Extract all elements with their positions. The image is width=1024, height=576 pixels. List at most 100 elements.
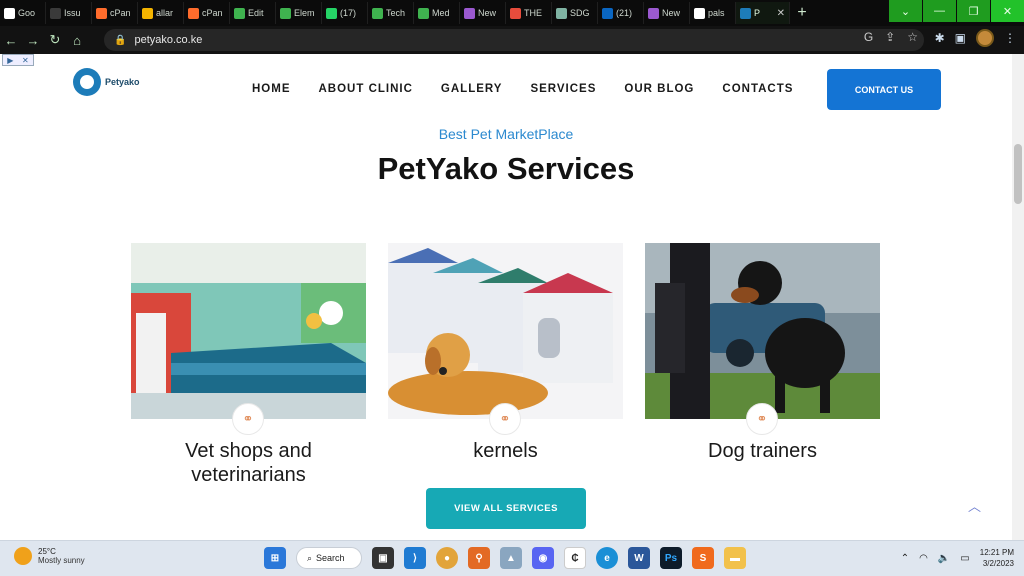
browser-tab[interactable]: cPan (92, 2, 138, 24)
tab-label: allar (156, 8, 174, 18)
browser-tab[interactable]: pals (690, 2, 736, 24)
nav-about-clinic[interactable]: ABOUT CLINIC (319, 83, 413, 95)
browser-tab[interactable]: New (644, 2, 690, 24)
battery-icon[interactable]: ▭ (960, 553, 969, 564)
tab-label: Edit (248, 8, 264, 18)
tab-list: Goo Issu cPan allar cPan Edit Elem (17) Tech Med N… (0, 0, 790, 26)
profile-avatar[interactable] (976, 29, 994, 47)
web-page: ▶ ✕ Petyako HOME ABOUT CLINIC GALLERY SER… (0, 54, 1012, 540)
brand-name: Petyako (105, 77, 140, 87)
browser-tab[interactable]: (21) (598, 2, 644, 24)
omnibox-actions: G ⇪ ☆ (864, 30, 918, 44)
sublime-icon[interactable]: S (692, 547, 714, 569)
main-nav: HOME ABOUT CLINIC GALLERY SERVICES OUR B… (252, 83, 793, 95)
clock[interactable]: 12:21 PM 3/2/2023 (980, 547, 1014, 569)
favicon-icon (234, 7, 245, 19)
photoshop-icon[interactable]: Ps (660, 547, 682, 569)
weather-text: Mostly sunny (38, 556, 85, 565)
google-icon[interactable]: G (864, 30, 873, 44)
contact-us-button[interactable]: CONTACT US (827, 69, 941, 110)
browser-tab[interactable]: Tech (368, 2, 414, 24)
service-title[interactable]: Dog trainers (645, 439, 880, 463)
site-logo[interactable]: Petyako (73, 68, 140, 96)
nav-gallery[interactable]: GALLERY (441, 83, 503, 95)
favicon-icon (740, 7, 751, 19)
minimize-icon[interactable]: — (922, 0, 956, 22)
browser-tab[interactable]: Elem (276, 2, 322, 24)
back-icon[interactable]: ← (0, 33, 22, 48)
vscode-icon[interactable]: ⟩ (404, 547, 426, 569)
close-icon[interactable]: ✕ (990, 0, 1024, 22)
browser-tab[interactable]: Issu (46, 2, 92, 24)
volume-icon[interactable]: 🔈 (938, 553, 950, 564)
browser-tab[interactable]: Goo (0, 2, 46, 24)
link-icon[interactable]: ⚭ (232, 403, 264, 435)
tab-label: Med (432, 8, 450, 18)
favicon-icon (4, 7, 15, 19)
chrome-icon[interactable]: ● (436, 547, 458, 569)
restore-icon[interactable]: ❐ (956, 0, 990, 22)
section-heading: PetYako Services (377, 151, 635, 186)
nav-contacts[interactable]: CONTACTS (722, 83, 793, 95)
tab-close-icon[interactable]: ✕ (777, 8, 785, 19)
reload-icon[interactable]: ↻ (44, 32, 66, 48)
browser-tab[interactable]: Edit (230, 2, 276, 24)
home-icon[interactable]: ⌂ (66, 33, 88, 48)
browser-tab[interactable]: THE (506, 2, 552, 24)
sidepanel-icon[interactable]: ▣ (955, 31, 966, 45)
link-icon[interactable]: ⚭ (746, 403, 778, 435)
forward-icon[interactable]: → (22, 33, 44, 48)
service-title[interactable]: kernels (388, 439, 623, 463)
browser-tab[interactable]: allar (138, 2, 184, 24)
app-icon[interactable]: ₵ (564, 547, 586, 569)
browser-tab[interactable]: New (460, 2, 506, 24)
tab-label: (17) (340, 8, 357, 18)
browser-tab[interactable]: Med (414, 2, 460, 24)
new-tab-icon[interactable]: + (790, 4, 814, 22)
nav-home[interactable]: HOME (252, 83, 291, 95)
chevron-up-icon[interactable]: ︿ (968, 496, 981, 515)
kernels-image[interactable] (388, 243, 623, 419)
service-card-kernels[interactable]: ⚭ kernels (388, 243, 623, 463)
browser-tab[interactable]: cPan (184, 2, 230, 24)
chevron-down-icon[interactable]: ⌄ (888, 0, 922, 22)
tab-label: New (478, 8, 497, 18)
favicon-icon (188, 7, 199, 19)
menu-icon[interactable]: ⋮ (1004, 31, 1016, 45)
dog-trainer-image[interactable] (645, 243, 880, 419)
windows-start-icon[interactable]: ⊞ (264, 547, 286, 569)
photos-icon[interactable]: ▲ (500, 547, 522, 569)
wifi-icon[interactable]: ◠ (919, 553, 928, 564)
nav-services[interactable]: SERVICES (530, 83, 596, 95)
extensions-icon[interactable]: ✱ (935, 31, 945, 45)
view-all-services-button[interactable]: VIEW ALL SERVICES (426, 488, 586, 529)
word-icon[interactable]: W (628, 547, 650, 569)
page-scrollbar[interactable] (1012, 54, 1024, 540)
taskbar-apps: ⊞ ⌕ Search ▣ ⟩ ● ⚲ ▲ ◉ ₵ e W Ps S ▬ (264, 547, 746, 569)
tab-label: cPan (110, 8, 131, 18)
task-view-icon[interactable]: ▣ (372, 547, 394, 569)
favicon-icon (96, 7, 107, 19)
scrollbar-thumb[interactable] (1014, 144, 1022, 204)
weather-widget[interactable]: 25°C Mostly sunny (14, 547, 85, 565)
taskbar-search[interactable]: ⌕ Search (296, 547, 362, 569)
service-title[interactable]: Vet shops and veterinarians (131, 439, 366, 487)
discord-icon[interactable]: ◉ (532, 547, 554, 569)
browser-tab[interactable]: SDG (552, 2, 598, 24)
tab-label: cPan (202, 8, 223, 18)
service-card-dog-trainers[interactable]: ⚭ Dog trainers (645, 243, 880, 463)
file-explorer-icon[interactable]: ▬ (724, 547, 746, 569)
edge-icon[interactable]: e (596, 547, 618, 569)
ad-choices-icon[interactable]: ▶ ✕ (2, 54, 34, 66)
url-input[interactable]: 🔒 petyako.co.ke (104, 29, 924, 51)
service-card-vet[interactable]: ⚭ Vet shops and veterinarians (131, 243, 366, 487)
vet-clinic-image[interactable] (131, 243, 366, 419)
browser-tab[interactable]: P ✕ (736, 2, 790, 24)
magnifier-app-icon[interactable]: ⚲ (468, 547, 490, 569)
link-icon[interactable]: ⚭ (489, 403, 521, 435)
share-icon[interactable]: ⇪ (885, 30, 895, 44)
browser-tab[interactable]: (17) (322, 2, 368, 24)
star-icon[interactable]: ☆ (907, 30, 918, 44)
nav-our-blog[interactable]: OUR BLOG (624, 83, 694, 95)
chevron-up-icon[interactable]: ⌃ (901, 553, 909, 564)
